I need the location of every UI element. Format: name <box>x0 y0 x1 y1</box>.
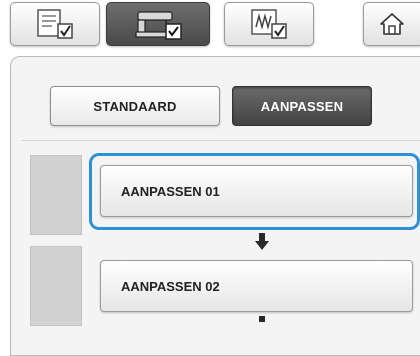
tab-embroidery[interactable] <box>224 2 314 46</box>
custom-item-02[interactable]: AANPASSEN 02 <box>100 260 413 312</box>
embroidery-frame-check-icon <box>246 7 292 41</box>
pattern-document-check-icon <box>32 7 78 41</box>
tab-pattern[interactable] <box>10 2 100 46</box>
standard-button[interactable]: STANDAARD <box>50 86 220 126</box>
mode-selector: STANDAARD AANPASSEN <box>12 60 420 126</box>
divider <box>22 140 420 141</box>
custom-item-01[interactable]: AANPASSEN 01 <box>100 165 413 217</box>
home-icon <box>378 11 406 37</box>
custom-swatch-02 <box>30 246 82 326</box>
arrow-down-icon <box>255 241 269 250</box>
top-tab-bar <box>0 0 420 56</box>
tab-machine-settings[interactable] <box>106 2 210 46</box>
sewing-machine-check-icon <box>130 6 186 42</box>
custom-swatch-01 <box>30 155 82 235</box>
arrow-down-icon-stem <box>259 233 265 241</box>
home-button[interactable] <box>363 2 420 46</box>
custom-button[interactable]: AANPASSEN <box>232 86 372 126</box>
arrow-down-icon-partial <box>259 316 265 322</box>
